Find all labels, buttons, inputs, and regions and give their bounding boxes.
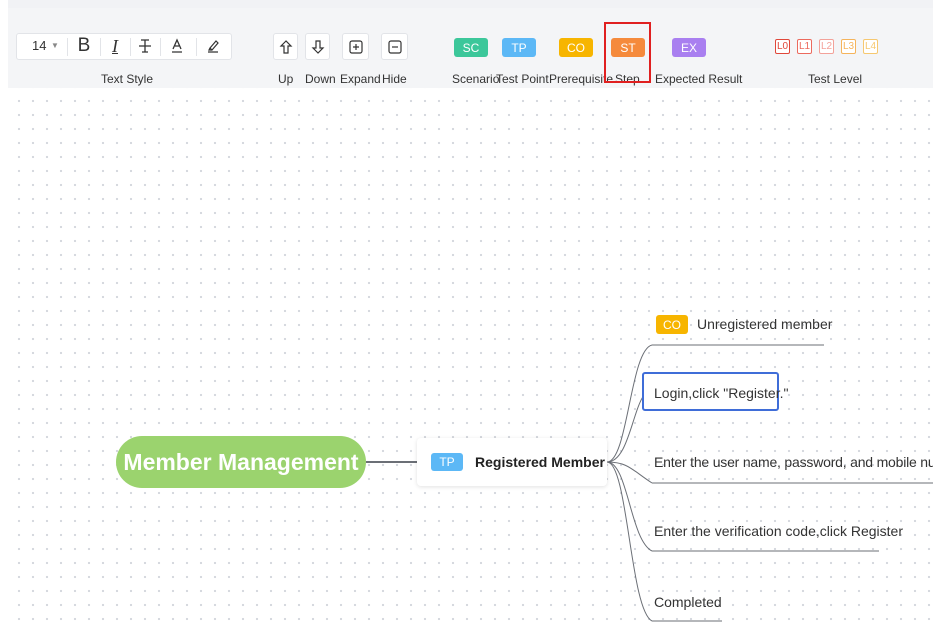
prerequisite-tag: CO	[656, 315, 688, 334]
child-node-step-login[interactable]: Login,click "Register."	[654, 385, 788, 401]
root-node[interactable]: Member Management	[116, 436, 366, 488]
test-point-text: Registered Member	[475, 454, 605, 470]
child-node-step-verification[interactable]: Enter the verification code,click Regist…	[654, 523, 903, 539]
child-node-prerequisite[interactable]: Unregistered member	[697, 316, 832, 332]
test-point-node[interactable]: TP Registered Member	[417, 438, 607, 486]
branch-connector	[606, 461, 653, 622]
branch-connector	[606, 394, 645, 463]
child-node-step-enter-credentials[interactable]: Enter the user name, password, and mobil…	[654, 454, 933, 470]
child-node-completed[interactable]: Completed	[654, 594, 722, 610]
test-point-tag: TP	[431, 453, 463, 471]
